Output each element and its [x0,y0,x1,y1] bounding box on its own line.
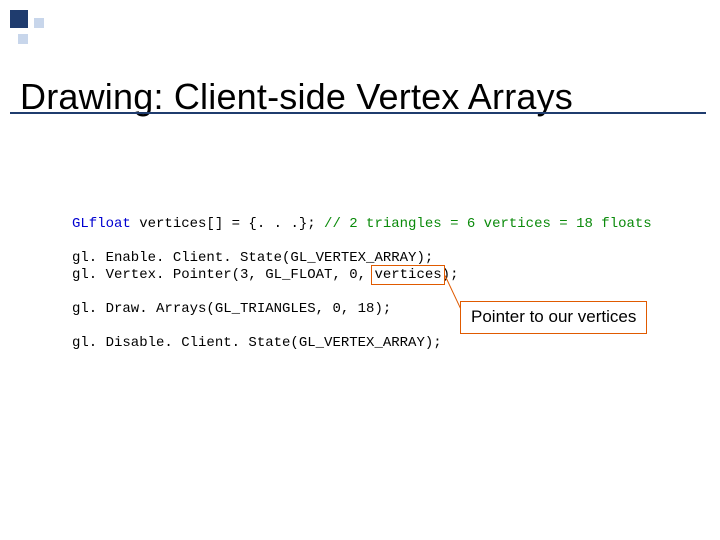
title-underline [10,112,706,114]
slide: Drawing: Client-side Vertex Arrays GLflo… [0,0,720,540]
code-text: gl. Draw. Arrays(GL_TRIANGLES, 0, 18); [72,301,391,317]
decor-square-dark [10,10,28,28]
decor-square-light [18,34,28,44]
code-text: gl. Enable. Client. State(GL_VERTEX_ARRA… [72,250,433,266]
code-text: vertices[] = {. . .}; [131,216,324,232]
decor-square-light [34,18,44,28]
highlight-box [371,265,444,285]
code-keyword: GLfloat [72,216,131,232]
annotation-label: Pointer to our vertices [460,301,647,334]
code-comment: // 2 triangles = 6 vertices = 18 floats [324,216,652,232]
code-text: gl. Disable. Client. State(GL_VERTEX_ARR… [72,335,442,351]
code-text: gl. Vertex. Pointer(3, GL_FLOAT, 0, [72,267,374,283]
